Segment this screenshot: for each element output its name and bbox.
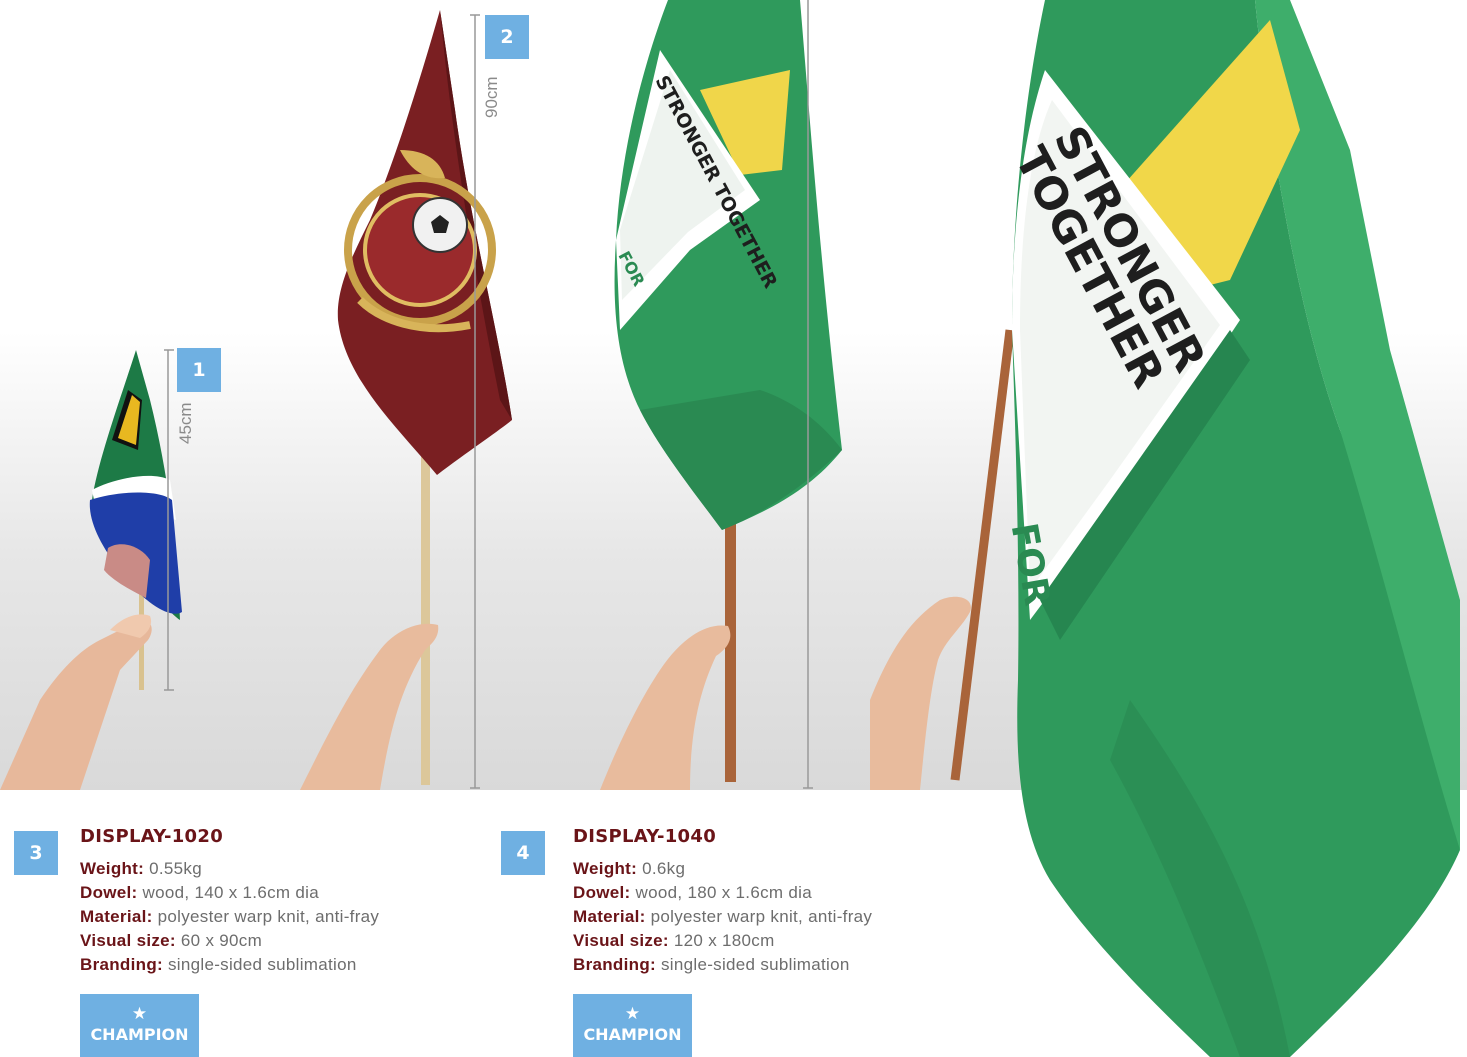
product-spec-display-1040: DISPLAY-1040 Weight: 0.6kg Dowel: wood, … (573, 826, 993, 977)
spec-material: Material: polyester warp knit, anti-fray (573, 907, 873, 926)
champion-badge: ★ CHAMPION (573, 994, 692, 1057)
spec-dowel: Dowel: wood, 140 x 1.6cm dia (80, 883, 319, 902)
spec-weight: Weight: 0.55kg (80, 859, 202, 878)
callout-badge-3: 3 (14, 831, 58, 875)
spec-branding: Branding: single-sided sublimation (573, 955, 850, 974)
star-icon: ★ (131, 1004, 148, 1023)
spec-dowel: Dowel: wood, 180 x 1.6cm dia (573, 883, 812, 902)
product-code: DISPLAY-1040 (573, 826, 717, 847)
spec-weight: Weight: 0.6kg (573, 859, 686, 878)
champion-label: CHAMPION (583, 1025, 682, 1044)
champion-badge: ★ CHAMPION (80, 994, 199, 1057)
spec-visual-size: Visual size: 60 x 90cm (80, 931, 263, 950)
champion-label: CHAMPION (90, 1025, 189, 1044)
product-spec-display-1020: DISPLAY-1020 Weight: 0.55kg Dowel: wood,… (80, 826, 500, 977)
star-icon: ★ (624, 1004, 641, 1023)
callout-badge-4: 4 (501, 831, 545, 875)
product-code: DISPLAY-1020 (80, 826, 224, 847)
spec-visual-size: Visual size: 120 x 180cm (573, 931, 775, 950)
spec-material: Material: polyester warp knit, anti-fray (80, 907, 380, 926)
spec-branding: Branding: single-sided sublimation (80, 955, 357, 974)
